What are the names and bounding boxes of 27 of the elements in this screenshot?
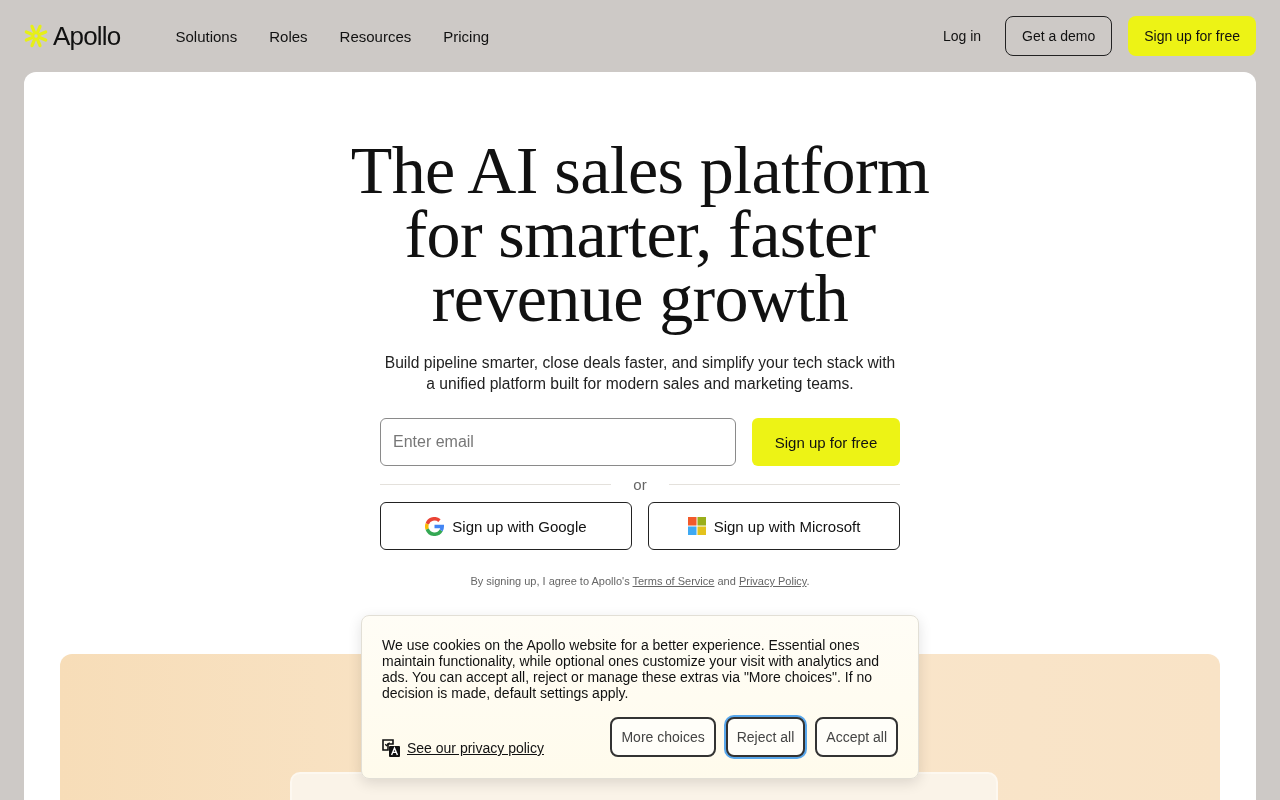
legal-link[interactable]: Privacy Policy (738, 575, 807, 587)
cookie-button[interactable]: Reject all (725, 717, 806, 757)
privacy-policy-link[interactable]: See our privacy policy (382, 739, 544, 757)
cookie-button[interactable]: Accept all (815, 717, 898, 757)
email-field[interactable]: Enter email (380, 418, 736, 466)
logo-link[interactable]: Apollo (24, 20, 121, 52)
language-icon (382, 739, 400, 757)
burst-icon (24, 24, 48, 48)
login-link[interactable]: Log in (942, 28, 982, 44)
legal-text: By signing up, I agree to Apollo's Terms of Service and Privacy Policy. (470, 574, 810, 588)
hero-title: The AI sales platform for smarter, faster revenue growth (349, 132, 931, 338)
signup-button[interactable]: Sign up for free (752, 418, 900, 466)
legal-link[interactable]: Terms of Service (632, 575, 715, 587)
nav-link[interactable]: Resources (339, 27, 412, 45)
social-signup-button[interactable]: Sign up with Microsoft (648, 502, 900, 550)
social-signup-button[interactable]: Sign up with Google (380, 502, 632, 550)
cookie-button[interactable]: More choices (610, 717, 716, 757)
divider-text: or (632, 475, 648, 493)
demo-button[interactable]: Get a demo (1005, 16, 1113, 56)
nav-link[interactable]: Pricing (443, 27, 490, 45)
nav-link[interactable]: Roles (269, 27, 308, 45)
signup-button[interactable]: Sign up for free (1128, 16, 1256, 56)
nav-link[interactable]: Solutions (175, 27, 238, 45)
multicolor-g-icon (425, 516, 445, 536)
four-squares-icon (687, 517, 706, 535)
cookie-notice-text: We use cookies on the Apollo website for a better experience. Essential ones maintain functionality, while optional ones customize your visit with analytics and ads. You can accept all, reject or manage these extras via "More choices". If no decision is made, default settings apply. (382, 637, 880, 701)
hero-subtitle: Build pipeline smarter, close deals faster, and simplify your tech stack with a unified platform built for modern sales and marketing teams. (384, 353, 896, 394)
